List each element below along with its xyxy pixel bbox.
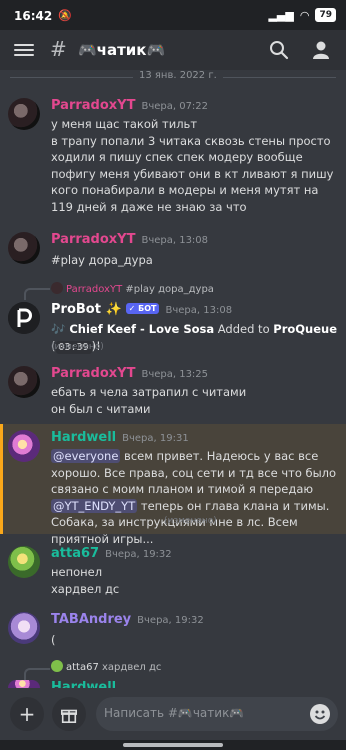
signal-icon: ▂▄▆ xyxy=(268,8,294,22)
message-author[interactable]: ParradoxYT Вчера, 13:08 xyxy=(51,232,208,247)
avatar[interactable] xyxy=(8,680,40,688)
message-input[interactable]: Написать #🎮чатик🎮 xyxy=(96,697,338,731)
reply-connector xyxy=(24,668,50,680)
message[interactable]: atta67 Вчера, 19:32 непонел хардвел дс xyxy=(0,542,346,600)
message-text: @everyone всем привет. Надеюсь у вас все… xyxy=(51,449,337,546)
system-nav-bar xyxy=(0,740,346,750)
message[interactable]: ParradoxYT Вчера, 13:08 #play дора_дура xyxy=(0,228,346,278)
status-bar: 16:42 🔕 ▂▄▆ ◠ 79 xyxy=(0,0,346,30)
mention-user[interactable]: @YT_ENDY_YT xyxy=(51,498,138,513)
message[interactable]: Hardwell Вчера, 19:31 @everyone всем прив… xyxy=(0,426,346,546)
bot-badge: ✓ БОТ xyxy=(125,303,160,314)
channel-title[interactable]: 🎮чатик🎮 xyxy=(78,41,165,59)
avatar[interactable] xyxy=(8,302,40,334)
message-text: ебать я чела затрапил с читами он был с … xyxy=(51,385,247,416)
message-author[interactable]: ParradoxYT Вчера, 13:25 xyxy=(51,366,208,381)
message-timestamp: Вчера, 13:25 xyxy=(141,369,209,380)
message[interactable]: ParradoxYT Вчера, 07:22 у меня щас такой … xyxy=(0,94,346,224)
avatar[interactable] xyxy=(8,366,40,398)
message-timestamp: Вчера, 13:08 xyxy=(141,235,209,246)
status-icons: ▂▄▆ ◠ 79 xyxy=(268,8,336,22)
message-timestamp: Вчера, 19:32 xyxy=(137,615,204,626)
avatar[interactable] xyxy=(8,430,40,462)
message-author[interactable]: ParradoxYT Вчера, 07:22 xyxy=(51,98,208,113)
search-icon[interactable] xyxy=(268,39,290,61)
channel-hash-icon: # xyxy=(50,37,67,61)
battery-icon: 79 xyxy=(315,8,336,22)
avatar[interactable] xyxy=(8,232,40,264)
message-author-cutoff: Hardwell xyxy=(51,680,117,688)
wifi-icon: ◠ xyxy=(299,8,310,22)
home-gesture-bar[interactable] xyxy=(123,743,223,747)
reply-preview[interactable]: ParradoxYT #play дора_дура xyxy=(51,282,214,295)
probot-logo-icon xyxy=(8,302,40,334)
avatar[interactable] xyxy=(8,98,40,130)
channel-header: # 🎮чатик🎮 xyxy=(0,30,346,70)
avatar[interactable] xyxy=(8,612,40,644)
mention-everyone[interactable]: @everyone xyxy=(51,449,121,463)
message-timestamp: Вчера, 13:08 xyxy=(165,305,233,316)
message-text: ( xyxy=(51,633,56,647)
reply-avatar xyxy=(51,282,63,294)
reply-preview[interactable]: atta67 хардвел дс xyxy=(51,660,161,673)
message-text: #play дора_дура xyxy=(51,253,153,267)
message[interactable]: TABAndrey Вчера, 19:32 ( xyxy=(0,608,346,654)
message-timestamp: Вчера, 19:32 xyxy=(105,549,172,560)
date-divider: 13 янв. 2022 г. xyxy=(0,70,346,84)
edited-label: (изменено) xyxy=(164,516,217,526)
mute-icon: 🔕 xyxy=(58,9,72,22)
message-composer: + Написать #🎮чатик🎮 xyxy=(0,694,346,734)
hamburger-menu-icon[interactable] xyxy=(14,41,34,59)
message-author[interactable]: atta67 Вчера, 19:32 xyxy=(51,546,172,561)
message-author[interactable]: ProBot ✨ ✓ БОТ Вчера, 13:08 xyxy=(51,302,232,317)
message-timestamp: Вчера, 07:22 xyxy=(141,101,209,112)
emoji-icon[interactable] xyxy=(310,704,330,724)
reply-avatar xyxy=(51,660,63,672)
message-text: непонел хардвел дс xyxy=(51,565,120,596)
status-time: 16:42 xyxy=(14,9,53,23)
reply-connector xyxy=(24,288,50,300)
message[interactable]: ParradoxYT #play дора_дура ProBot ✨ ✓ БОТ… xyxy=(0,280,346,360)
message[interactable]: ParradoxYT Вчера, 13:25 ебать я чела затр… xyxy=(0,362,346,420)
members-icon[interactable] xyxy=(310,39,332,61)
message-timestamp: Вчера, 19:31 xyxy=(122,433,189,444)
message-input-placeholder: Написать #🎮чатик🎮 xyxy=(104,706,245,720)
message-text: у меня щас такой тильт в трапу попали 3 … xyxy=(51,117,334,214)
avatar[interactable] xyxy=(8,546,40,578)
message-author[interactable]: TABAndrey Вчера, 19:32 xyxy=(51,612,204,627)
date-divider-label: 13 янв. 2022 г. xyxy=(133,70,223,81)
message-author[interactable]: Hardwell Вчера, 19:31 xyxy=(51,430,189,445)
edited-label: (изменено) xyxy=(51,342,104,352)
add-attachment-button[interactable]: + xyxy=(10,697,44,731)
gift-icon[interactable] xyxy=(52,697,86,731)
